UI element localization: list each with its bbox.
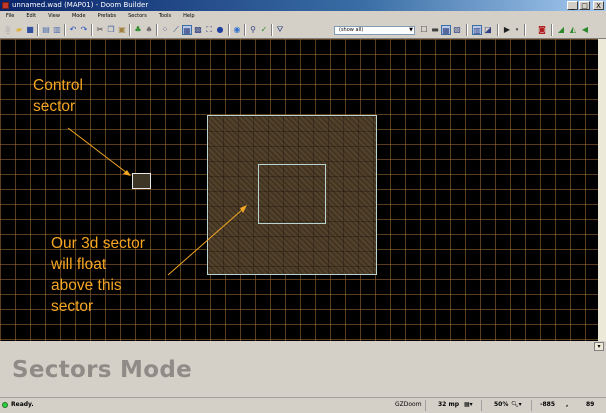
make-sectors-icon[interactable]: ⛶ <box>204 25 214 35</box>
zoom-icon[interactable]: 🔍︎▾ <box>511 398 522 412</box>
toolbar-separator <box>524 24 526 36</box>
redo-icon[interactable]: ↷ <box>79 25 89 35</box>
window-title: unnamed.wad (MAP01) - Doom Builder <box>12 1 149 9</box>
grid-size[interactable]: 32 mp <box>438 398 459 412</box>
engine-label[interactable]: GZDoom <box>395 398 422 412</box>
map-options-icon[interactable]: ▤ <box>41 25 51 35</box>
save-map-icon[interactable]: ■ <box>25 25 35 35</box>
coord-y: 89 <box>586 401 595 408</box>
script-editor-icon[interactable]: ▥ <box>52 25 62 35</box>
toolbar-separator <box>91 24 93 36</box>
toggle-lights-icon[interactable]: ▬ <box>430 25 440 35</box>
menu-tools[interactable]: Tools <box>153 11 177 22</box>
things-filter-select[interactable]: (show all) ▼ <box>334 26 415 35</box>
things-filter-value: (show all) <box>339 27 364 33</box>
menu-prefabs[interactable]: Prefabs <box>92 11 123 22</box>
status-separator <box>425 400 426 411</box>
sectors-mode-icon[interactable]: ▦ <box>182 25 192 35</box>
toolbar-separator <box>129 24 131 36</box>
menu-sectors[interactable]: Sectors <box>122 11 153 22</box>
toolbar-separator <box>497 24 499 36</box>
gradient-icon[interactable]: ◢ <box>556 25 566 35</box>
control-arrow-line <box>67 127 128 174</box>
linedefs-mode-icon[interactable]: ⟋ <box>171 25 181 35</box>
toolbar-separator <box>64 24 66 36</box>
cut-icon[interactable]: ✂ <box>95 25 105 35</box>
toggle-grid-icon[interactable]: ☐ <box>419 25 429 35</box>
close-button[interactable]: X <box>593 1 604 10</box>
filter-icon[interactable]: ⛛ <box>275 25 285 35</box>
toolbar-separator <box>551 24 553 36</box>
things-mode-icon[interactable]: ▩ <box>193 25 203 35</box>
toolbar-separator <box>466 24 468 36</box>
menu-mode[interactable]: Mode <box>66 11 92 22</box>
menu-view[interactable]: View <box>42 11 66 22</box>
error-check-icon[interactable]: ◉ <box>232 25 242 35</box>
grid-icon[interactable]: ▦▾ <box>464 398 473 412</box>
app-icon[interactable] <box>2 2 9 9</box>
title-bar: unnamed.wad (MAP01) - Doom Builder _ □ X <box>0 0 606 11</box>
open-map-icon[interactable]: ▰ <box>14 25 24 35</box>
visual-mode-icon[interactable]: ● <box>215 25 225 35</box>
toolbar-separator <box>244 24 246 36</box>
menu-file[interactable]: File <box>0 11 20 22</box>
floor-sector-annotation: Our 3d sector will float above this sect… <box>51 235 145 315</box>
info-panel: ▾ Sectors Mode <box>0 341 606 397</box>
toolbar-separator <box>228 24 230 36</box>
test-map-icon[interactable]: ▶ <box>502 25 512 35</box>
chevron-down-icon[interactable]: ▼ <box>409 27 413 34</box>
coord-x: -885 <box>540 401 556 408</box>
toolbar-separator <box>156 24 158 36</box>
vertices-mode-icon[interactable]: ⁘ <box>160 25 170 35</box>
menu-bar: File Edit View Mode Prefabs Sectors Tool… <box>0 11 606 22</box>
window-controls: _ □ X <box>567 1 604 10</box>
texture-browser-icon[interactable]: ▥ <box>472 25 482 35</box>
doom-logo-icon[interactable]: ◙ <box>537 25 547 35</box>
find-icon[interactable]: ⚲ <box>248 25 258 35</box>
status-bar: Ready. GZDoom 32 mp ▦▾ 50% 🔍︎▾ -885 , 89 <box>0 397 606 413</box>
minimize-button[interactable]: _ <box>567 1 578 10</box>
paste-icon[interactable]: ▣ <box>117 25 127 35</box>
menu-edit[interactable]: Edit <box>20 11 42 22</box>
status-separator <box>531 400 532 411</box>
toolbar-separator <box>271 24 273 36</box>
status-text: Ready. <box>11 401 34 408</box>
status-separator <box>481 400 482 411</box>
toggle-comments-icon[interactable]: ✓ <box>259 25 269 35</box>
fullbright-icon[interactable]: ▧ <box>452 25 462 35</box>
map-scrollbar[interactable] <box>598 39 606 341</box>
toolbar: ▯ ▰ ■ ▤ ▥ ↶ ↷ ✂ ❐ ▣ ♣ ♠ ⁘ ⟋ ▦ ▩ ⛶ ● ◉ ⚲ … <box>0 22 606 39</box>
new-map-icon[interactable]: ▯ <box>3 25 13 35</box>
sector-brightness-icon[interactable]: ◀ <box>580 25 590 35</box>
floor-arrow-line <box>167 208 244 276</box>
coord-separator: , <box>566 401 569 408</box>
copy-icon[interactable]: ❐ <box>106 25 116 35</box>
toggle-models-icon[interactable]: ▦ <box>441 25 451 35</box>
maximize-button[interactable]: □ <box>579 1 590 10</box>
sector-tools-icon[interactable]: ◪ <box>483 25 493 35</box>
insert-prefab-icon[interactable]: ♣ <box>133 25 143 35</box>
insert-previous-prefab-icon[interactable]: ♠ <box>144 25 154 35</box>
control-sector-annotation: Control sector <box>33 77 83 115</box>
toolbar-separator <box>37 24 39 36</box>
floor-arrowhead <box>240 205 247 213</box>
align-icon[interactable]: ◭ <box>568 25 578 35</box>
mode-title: Sectors Mode <box>12 357 192 383</box>
map-canvas[interactable]: Control sector Our 3d sector will float … <box>0 39 598 341</box>
zoom-level[interactable]: 50% <box>494 398 508 412</box>
menu-help[interactable]: Help <box>177 11 200 22</box>
expand-panel-button[interactable]: ▾ <box>594 342 604 351</box>
status-ready-icon <box>2 402 8 408</box>
undo-icon[interactable]: ↶ <box>68 25 78 35</box>
chevron-down-icon[interactable]: ▾ <box>512 25 522 35</box>
